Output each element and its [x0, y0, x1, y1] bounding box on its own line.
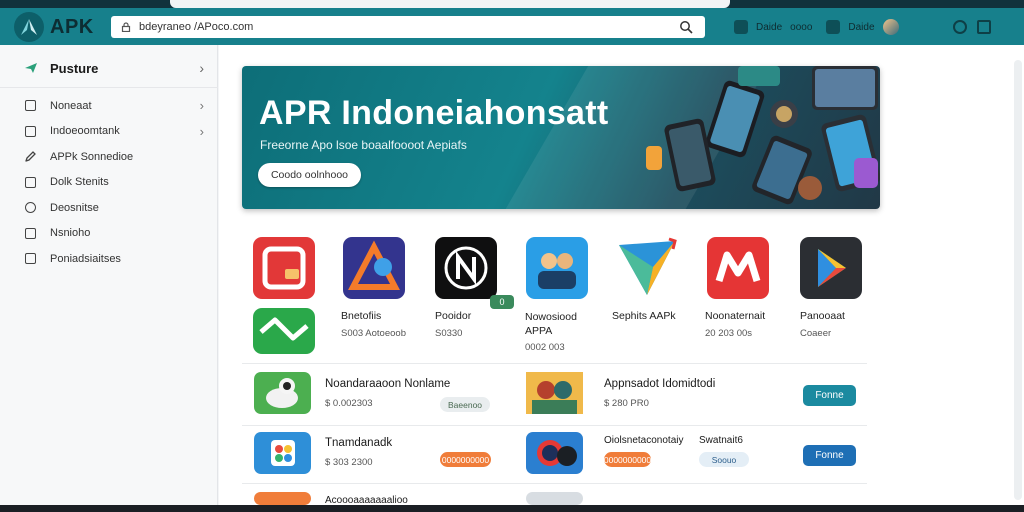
chevron-right-icon: › — [199, 60, 204, 76]
list-item-meta: $ 280 PR0 — [604, 398, 649, 409]
scrollbar[interactable] — [1014, 60, 1022, 500]
chat-app-icon — [526, 432, 583, 474]
partial-app-icon — [526, 492, 583, 505]
m-letter-app-icon[interactable] — [707, 237, 769, 299]
n-letter-app-icon[interactable] — [435, 237, 497, 299]
bell-icon[interactable] — [953, 20, 967, 34]
play-store-app-icon[interactable] — [800, 237, 862, 299]
list-item-meta: $ 303 2300 — [325, 457, 373, 468]
red-square-app-icon[interactable] — [253, 237, 315, 299]
hero-banner[interactable]: APR Indoneiahonsatt Freeorne Apo lsoe bo… — [242, 66, 880, 209]
sidebar-item-3[interactable]: APPk Sonnedioe — [0, 144, 218, 170]
sidebar-item-label: Indoeoomtank — [50, 125, 120, 138]
status-badge: Soouo — [699, 452, 749, 467]
list-item-title: Oiolsnetaconotaiy — [604, 435, 684, 446]
divider — [242, 363, 867, 364]
family-app-icon — [526, 372, 583, 414]
sidebar: Pusture › Noneaat › Indoeoomtank › APPk … — [0, 45, 218, 505]
hero-subtitle: Freeorne Apo lsoe boaalfoooot Aepiafs — [260, 138, 467, 152]
app-meta: 0002 003 — [525, 342, 565, 353]
paper-plane-app-icon[interactable] — [617, 237, 679, 299]
taskbar — [0, 505, 1024, 512]
sidebar-item-4[interactable]: Dolk Stenits — [0, 170, 218, 196]
grid-icon — [25, 125, 36, 137]
apk-logo-icon[interactable] — [14, 12, 44, 42]
window-icon — [25, 176, 36, 188]
chevron-right-icon: › — [199, 123, 204, 139]
sidebar-item-label: APPk Sonnedioe — [50, 150, 134, 163]
sidebar-item-2[interactable]: Indoeoomtank › — [0, 119, 218, 145]
sidebar-item-label: Poniadsiaitses — [50, 252, 121, 265]
app-badge: 0 — [490, 295, 514, 309]
status-badge: 0000000000 — [604, 452, 651, 467]
divider — [242, 425, 867, 426]
install-button[interactable]: Fonne — [803, 385, 856, 406]
url-text: bdeyraneo /APoco.com — [139, 21, 254, 33]
list-icon — [25, 227, 36, 239]
circle-icon — [25, 202, 36, 214]
status-badge: Baeenoo — [440, 397, 490, 412]
app-header: APK bdeyraneo /APoco.com Daide oooo Daid… — [0, 8, 1024, 45]
sidebar-header[interactable]: Pusture › — [0, 51, 218, 85]
app-meta: S0330 — [435, 328, 463, 339]
address-bar[interactable]: bdeyraneo /APoco.com — [111, 16, 705, 38]
send-icon — [25, 63, 37, 73]
app-meta: Coaeer — [800, 328, 832, 339]
sidebar-item-label: Dolk Stenits — [50, 176, 109, 189]
sidebar-item-label: Deosnitse — [50, 201, 99, 214]
list-item-title: Appnsadot Idomidtodi — [604, 378, 716, 390]
triangle-app-icon[interactable] — [343, 237, 405, 299]
browser-top-strip — [0, 0, 1024, 8]
menu-icon[interactable] — [977, 20, 991, 34]
app-name[interactable]: Sephits AAPk — [612, 310, 676, 322]
divider — [0, 87, 218, 88]
sidebar-item-7[interactable]: Poniadsiaitses — [0, 246, 218, 272]
green-wave-app-icon[interactable] — [253, 308, 315, 354]
sidebar-item-label: Noneaat — [50, 99, 92, 112]
hero-title: APR Indoneiahonsatt — [259, 94, 609, 132]
dog-app-icon — [254, 372, 311, 414]
camera-icon — [25, 100, 36, 112]
partial-app-icon — [254, 492, 311, 505]
lock-icon — [121, 22, 131, 32]
gear-icon[interactable] — [734, 20, 748, 34]
app-name[interactable]: Nowosiood APPA — [525, 310, 595, 338]
hero-cta-button[interactable]: Coodo oolnhooo — [258, 163, 361, 187]
sidebar-item-6[interactable]: Nsnioho — [0, 221, 218, 247]
people-app-icon[interactable] — [526, 237, 588, 299]
list-item-meta: $ 0.002303 — [325, 398, 373, 409]
sidebar-item-label: Nsnioho — [50, 227, 91, 240]
grid-icon[interactable] — [826, 20, 841, 34]
folder-icon — [25, 253, 36, 265]
avatar[interactable] — [882, 19, 899, 35]
search-icon[interactable] — [679, 20, 693, 34]
sidebar-list: Noneaat › Indoeoomtank › APPk Sonnedioe … — [0, 93, 218, 272]
status-badge: 0000000000 — [440, 452, 491, 467]
pencil-icon — [25, 151, 36, 163]
header-actions: Daide oooo Daide — [734, 19, 899, 35]
header-link-2[interactable]: oooo — [790, 22, 812, 33]
app-meta: S003 Aotoeoob — [341, 328, 406, 339]
divider — [242, 483, 867, 484]
install-button[interactable]: Fonne — [803, 445, 856, 466]
app-name[interactable]: Noonaternait — [705, 310, 765, 322]
header-link-3[interactable]: Daide — [848, 22, 874, 33]
phones-illustration-icon — [646, 66, 880, 205]
sidebar-item-5[interactable]: Deosnitse — [0, 195, 218, 221]
list-item-title: Tnamdanadk — [325, 437, 393, 449]
chevron-right-icon: › — [199, 98, 204, 113]
main-content: APR Indoneiahonsatt Freeorne Apo lsoe bo… — [219, 45, 1024, 506]
list-item-title: Swatnait6 — [699, 435, 743, 446]
app-name[interactable]: Panooaat — [800, 310, 845, 322]
sidebar-item-1[interactable]: Noneaat › — [0, 93, 218, 119]
header-link-1[interactable]: Daide — [756, 22, 782, 33]
photos-app-icon — [254, 432, 311, 474]
browser-tab[interactable] — [170, 0, 730, 8]
app-name[interactable]: Bnetofiis — [341, 310, 381, 322]
app-meta: 20 203 00s — [705, 328, 753, 339]
sidebar-header-label: Pusture — [50, 60, 99, 76]
brand-name: APK — [50, 16, 94, 38]
app-name[interactable]: Pooidor — [435, 310, 471, 322]
list-item-title: Noandaraaoon Nonlame — [325, 378, 451, 390]
